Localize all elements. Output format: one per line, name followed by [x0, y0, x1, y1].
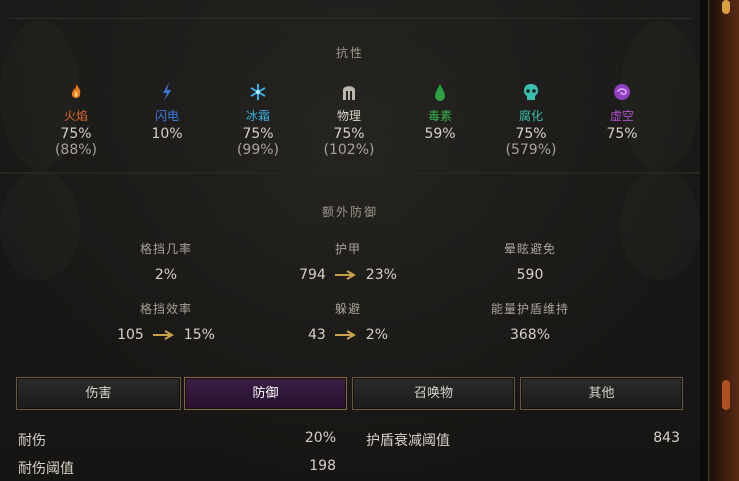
- snowflake-icon: [250, 84, 266, 100]
- res-cold-value: 75%: [242, 126, 274, 142]
- res-poison-label: 毒素: [427, 109, 452, 123]
- res-void: 虚空 75%: [582, 82, 662, 142]
- top-divider: [10, 18, 692, 19]
- ward-retention-stat: 能量护盾维持 368%: [460, 300, 600, 343]
- res-lightning-label: 闪电: [154, 109, 179, 123]
- res-cold: 冰霜 75% (99%): [218, 82, 298, 158]
- poison-drop-icon: [435, 84, 445, 101]
- res-fire: 火焰 75% (88%): [36, 82, 116, 158]
- decor-ornament-right-lower: [620, 170, 700, 280]
- res-cold-label: 冰霜: [245, 109, 270, 123]
- res-void-value: 75%: [606, 126, 638, 142]
- dodge-raw-value: 43: [307, 327, 326, 343]
- ward-retention-label: 能量护盾维持: [490, 302, 569, 316]
- block-effectiveness-label: 格挡效率: [139, 302, 192, 316]
- arrow-right-icon: [334, 330, 356, 340]
- block-effectiveness-raw-value: 105: [117, 327, 144, 343]
- dodge-label: 躲避: [334, 302, 361, 316]
- decor-ornament-left-lower: [0, 170, 80, 280]
- res-lightning: 闪电 10%: [127, 82, 207, 142]
- stun-avoidance-value: 590: [516, 267, 544, 283]
- res-fire-max: (88%): [54, 142, 98, 158]
- tab-defense[interactable]: 防御: [184, 377, 347, 410]
- endurance-threshold-value: 198: [309, 458, 336, 474]
- endurance-label: 耐伤: [18, 433, 46, 449]
- res-fire-value: 75%: [60, 126, 92, 142]
- res-necrotic-value: 75%: [515, 126, 547, 142]
- armor-stat: 护甲 794 23%: [278, 240, 418, 283]
- ward-retention-value: 368%: [509, 327, 551, 343]
- res-physical-label: 物理: [336, 109, 361, 123]
- block-chance-label: 格挡几率: [139, 242, 192, 256]
- armor-label: 护甲: [334, 242, 361, 256]
- armor-mitigation-value: 23%: [365, 267, 397, 283]
- window-edge-background: [700, 0, 739, 481]
- stats-tab-bar: 伤害 防御 召唤物 其他: [14, 377, 684, 410]
- res-void-label: 虚空: [609, 109, 634, 123]
- tab-minions[interactable]: 召唤物: [352, 377, 515, 410]
- physical-icon: [343, 86, 355, 100]
- dodge-percent-value: 2%: [365, 327, 389, 343]
- dodge-stat: 躲避 43 2%: [278, 300, 418, 343]
- tab-other[interactable]: 其他: [520, 377, 683, 410]
- res-necrotic: 腐化 75% (579%): [491, 82, 571, 158]
- endurance-value: 20%: [304, 430, 336, 446]
- res-cold-max: (99%): [236, 142, 280, 158]
- scrollbar-track[interactable]: [700, 0, 709, 481]
- arrow-right-icon: [334, 270, 356, 280]
- block-chance-stat: 格挡几率 2%: [96, 240, 236, 283]
- flame-icon: [71, 84, 81, 98]
- section-divider: [0, 172, 700, 174]
- arrow-right-icon: [152, 330, 174, 340]
- ward-decay-threshold-label: 护盾衰减阈值: [366, 433, 450, 449]
- stun-avoidance-stat: 晕眩避免 590: [460, 240, 600, 283]
- ember-decoration: [722, 0, 730, 14]
- res-physical: 物理 75% (102%): [309, 82, 389, 158]
- armor-raw-value: 794: [299, 267, 326, 283]
- res-poison-value: 59%: [424, 126, 456, 142]
- block-effectiveness-stat: 格挡效率 105 15%: [96, 300, 236, 343]
- lightning-icon: [163, 83, 171, 101]
- ward-decay-threshold-value: 843: [653, 430, 680, 446]
- block-effectiveness-percent-value: 15%: [183, 327, 215, 343]
- resistances-title: 抗性: [335, 46, 364, 60]
- block-chance-value: 2%: [154, 267, 178, 283]
- res-poison: 毒素 59%: [400, 82, 480, 142]
- stun-avoidance-label: 晕眩避免: [503, 242, 556, 256]
- res-fire-label: 火焰: [63, 109, 88, 123]
- res-necrotic-label: 腐化: [518, 109, 543, 123]
- res-physical-max: (102%): [323, 142, 375, 158]
- ember-decoration: [722, 380, 730, 410]
- res-necrotic-max: (579%): [505, 142, 557, 158]
- res-physical-value: 75%: [333, 126, 365, 142]
- character-stats-panel: 抗性 火焰 75% (88%) 闪电 10% 冰霜 75% (99%) 物理 7…: [0, 0, 700, 481]
- void-icon: [614, 84, 630, 100]
- endurance-threshold-label: 耐伤阈值: [18, 461, 74, 477]
- tab-damage[interactable]: 伤害: [16, 377, 181, 410]
- extra-defense-title: 额外防御: [321, 205, 378, 219]
- skull-icon: [524, 84, 538, 100]
- res-lightning-value: 10%: [151, 126, 183, 142]
